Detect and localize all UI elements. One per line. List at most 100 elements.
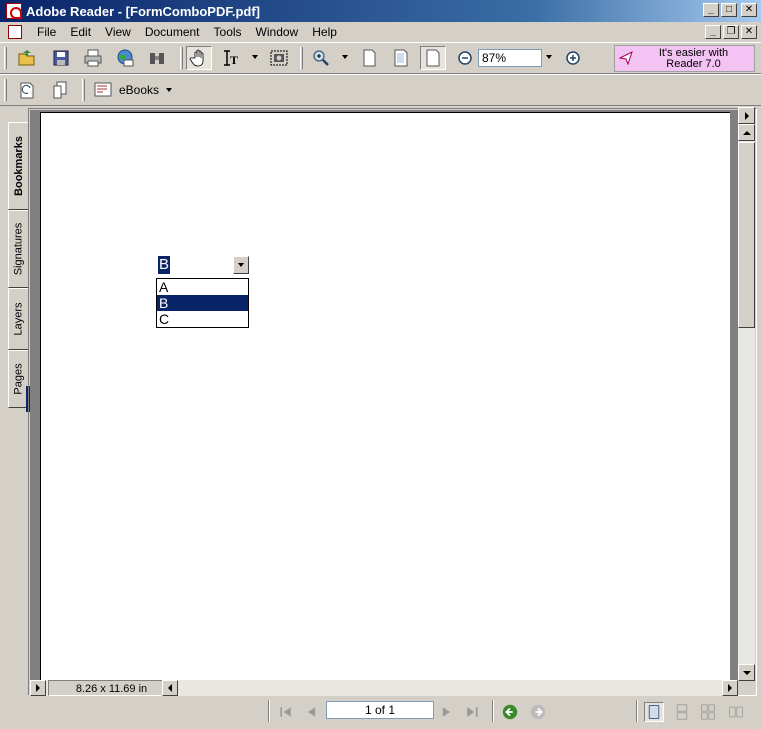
ebooks-button[interactable]: eBooks	[91, 78, 176, 102]
toolbar-grip[interactable]	[4, 47, 7, 69]
tab-layers[interactable]: Layers	[8, 288, 28, 350]
first-page-icon	[280, 707, 291, 717]
search-button[interactable]	[144, 46, 170, 70]
scroll-down-button[interactable]	[738, 664, 755, 681]
horizontal-scrollbar[interactable]: 8.26 x 11.69 in	[30, 680, 738, 696]
arrow-left-icon	[168, 684, 172, 692]
doc-close-button[interactable]: ✕	[741, 25, 757, 39]
ebooks-label: eBooks	[119, 83, 160, 97]
snapshot-button[interactable]	[266, 46, 292, 70]
tab-signatures[interactable]: Signatures	[8, 210, 28, 288]
camera-icon	[270, 50, 288, 66]
scroll-up-button[interactable]	[738, 124, 755, 141]
status-separator	[268, 700, 270, 722]
combo-option-a[interactable]: A	[157, 279, 248, 295]
window-title: Adobe Reader - [FormComboPDF.pdf]	[26, 3, 260, 19]
vertical-scroll-thumb[interactable]	[738, 142, 755, 328]
facing-continuous-view-button[interactable]	[698, 702, 718, 722]
zoom-level-input[interactable]: 87%	[478, 49, 542, 67]
adobe-reader-icon	[6, 3, 22, 19]
arrow-right-icon	[728, 684, 732, 692]
text-select-button[interactable]: T	[218, 46, 244, 70]
toolbar-grip[interactable]	[300, 47, 303, 69]
toolbar-grip[interactable]	[82, 79, 85, 101]
first-page-button[interactable]	[276, 702, 296, 722]
continuous-view-button[interactable]	[672, 702, 692, 722]
actual-size-button[interactable]	[356, 46, 382, 70]
zoom-out-icon	[458, 51, 472, 65]
doc-minimize-button[interactable]: _	[705, 25, 721, 39]
zoom-in-icon	[566, 51, 580, 65]
scroll-right-button[interactable]	[722, 680, 738, 696]
toolbar-grip[interactable]	[4, 79, 7, 101]
page-number-input[interactable]: 1 of 1	[326, 701, 434, 719]
menu-edit[interactable]: Edit	[63, 25, 98, 39]
hand-tool-button[interactable]	[186, 46, 212, 70]
menu-document[interactable]: Document	[138, 25, 207, 39]
combo-box-field[interactable]: B	[156, 254, 249, 276]
menu-bar: File Edit View Document Tools Window Hel…	[0, 22, 761, 42]
arrow-up-icon	[742, 130, 751, 135]
vertical-scrollbar[interactable]	[738, 107, 755, 681]
tab-label: Bookmarks	[12, 136, 25, 196]
page-fit-width-icon	[426, 49, 440, 67]
email-button[interactable]	[112, 46, 138, 70]
forward-arrow-icon	[530, 704, 546, 720]
zoom-tool-dropdown-icon[interactable]	[342, 55, 348, 59]
open-button[interactable]	[14, 46, 40, 70]
zoom-out-button[interactable]	[452, 46, 478, 70]
menu-file[interactable]: File	[30, 25, 63, 39]
last-page-button[interactable]	[462, 702, 482, 722]
maximize-button[interactable]: □	[721, 3, 737, 17]
tab-label: Pages	[12, 363, 25, 395]
status-separator	[492, 700, 494, 722]
page-fit-icon	[394, 49, 408, 67]
fit-page-button[interactable]	[388, 46, 414, 70]
binoculars-icon	[150, 53, 164, 64]
menu-help[interactable]: Help	[305, 25, 344, 39]
page-size-toggle[interactable]	[30, 680, 46, 696]
save-button[interactable]	[48, 46, 74, 70]
close-button[interactable]: ✕	[741, 3, 757, 17]
zoom-level-dropdown-icon[interactable]	[546, 55, 552, 59]
last-page-icon	[467, 707, 478, 717]
chevron-down-icon	[238, 263, 244, 267]
facing-view-button[interactable]	[726, 702, 746, 722]
arrow-right-icon	[744, 111, 749, 120]
combo-box-dropdown-list: A B C	[156, 278, 249, 328]
go-forward-button[interactable]	[528, 702, 548, 722]
scroll-page-forward-button[interactable]	[738, 107, 755, 124]
minimize-button[interactable]: _	[703, 3, 719, 17]
toolbar-grip[interactable]	[180, 47, 183, 69]
fit-width-button[interactable]	[420, 46, 446, 70]
go-back-button[interactable]	[500, 702, 520, 722]
status-separator	[636, 700, 638, 722]
next-page-button[interactable]	[436, 702, 456, 722]
combo-box-value[interactable]: B	[158, 256, 171, 274]
zoom-in-tool-button[interactable]	[308, 46, 334, 70]
zoom-in-button[interactable]	[560, 46, 586, 70]
print-button[interactable]	[80, 46, 106, 70]
combo-option-c[interactable]: C	[157, 311, 248, 327]
document-icon[interactable]	[8, 25, 22, 39]
combo-option-b[interactable]: B	[157, 295, 248, 311]
previous-page-button[interactable]	[302, 702, 322, 722]
promo-line-2: Reader 7.0	[666, 58, 721, 70]
scroll-left-button[interactable]	[162, 680, 178, 696]
rotate-clockwise-button[interactable]	[14, 78, 40, 102]
menu-view[interactable]: View	[98, 25, 138, 39]
tab-bookmarks[interactable]: Bookmarks	[8, 122, 28, 210]
upgrade-promo[interactable]: It's easier with Reader 7.0	[614, 45, 755, 72]
printer-icon	[84, 49, 102, 67]
rotate-counterclockwise-button[interactable]	[48, 78, 74, 102]
menu-window[interactable]: Window	[249, 25, 306, 39]
arrow-right-icon	[36, 684, 40, 692]
combo-box-dropdown-button[interactable]	[233, 256, 249, 274]
text-tool-dropdown-icon[interactable]	[252, 55, 258, 59]
continuous-page-icon	[676, 704, 688, 720]
menu-tools[interactable]: Tools	[207, 25, 249, 39]
single-page-view-button[interactable]	[644, 702, 664, 722]
tab-label: Signatures	[12, 222, 25, 276]
doc-restore-button[interactable]: ❐	[723, 25, 739, 39]
tab-pages[interactable]: Pages	[8, 350, 28, 408]
